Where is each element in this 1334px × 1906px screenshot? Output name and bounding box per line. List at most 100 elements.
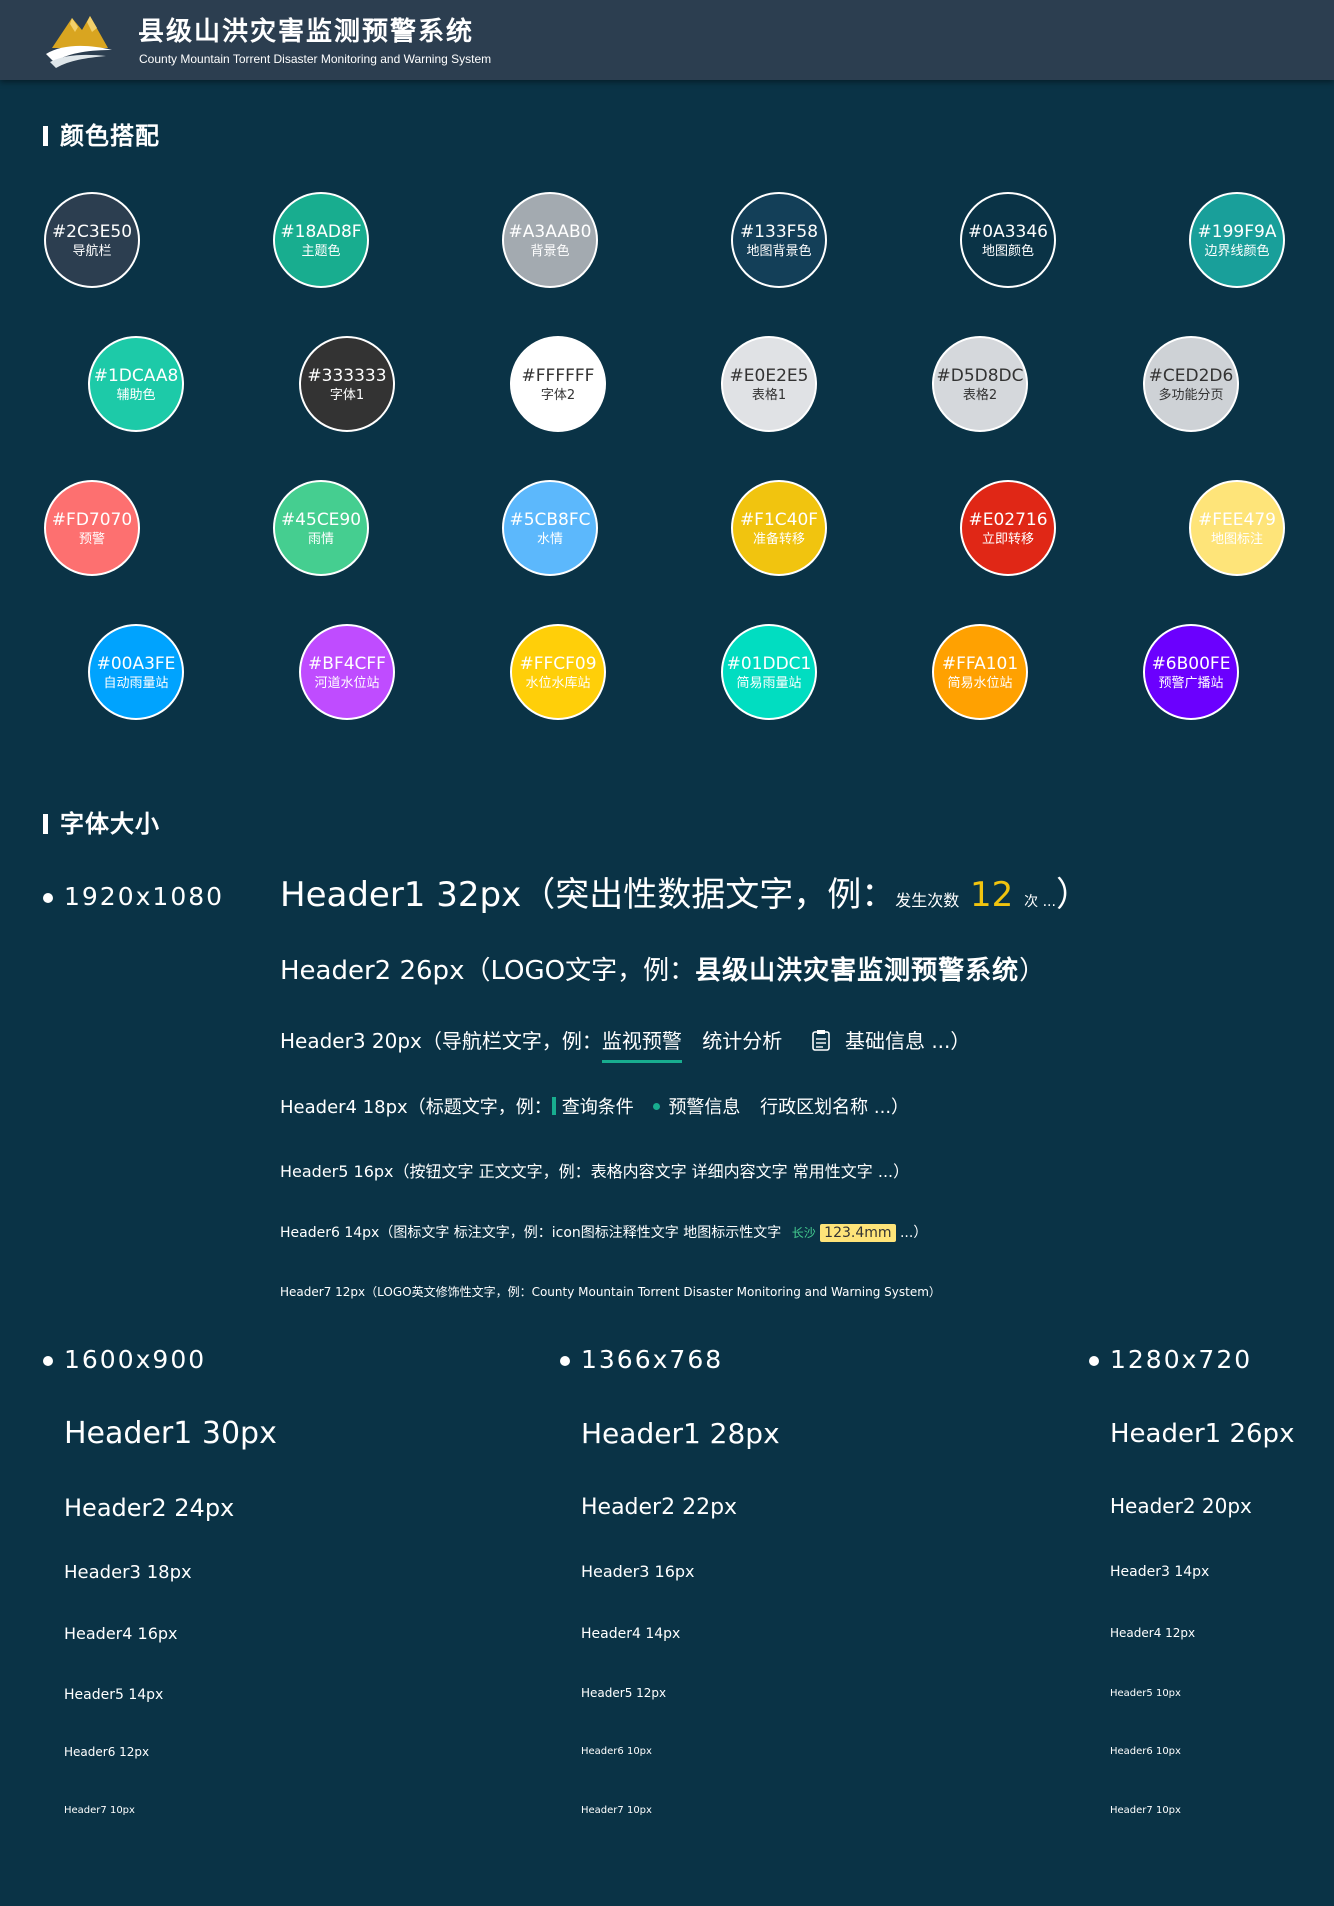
- font-size-sample: Header1 26px: [1110, 1419, 1295, 1449]
- color-swatch: #133F58 地图背景色: [731, 192, 827, 288]
- swatch-name: 字体1: [329, 387, 365, 403]
- swatch-hex: #0A3346: [968, 221, 1048, 242]
- swatch-hex: #E02716: [968, 509, 1048, 530]
- color-swatch: #2C3E50 导航栏: [44, 192, 140, 288]
- resolution-1366x768: 1366x768: [560, 1345, 723, 1375]
- font-size-sample: Header4 12px: [1110, 1626, 1196, 1640]
- font-size-sample: Header7 10px: [581, 1805, 652, 1816]
- font-size-sample: Header4 16px: [64, 1624, 178, 1643]
- color-swatch: #CED2D6 多功能分页: [1143, 336, 1239, 432]
- font-sample-h7: Header7 12px（LOGO英文修饰性文字，例：County Mounta…: [280, 1285, 941, 1299]
- swatch-hex: #1DCAA8: [93, 365, 179, 386]
- font-size-sample: Header2 22px: [581, 1495, 738, 1520]
- swatch-name: 地图颜色: [981, 243, 1034, 259]
- swatch-name: 预警广播站: [1158, 675, 1224, 691]
- swatch-hex: #FD7070: [51, 509, 133, 530]
- font-size-sample: Header2 24px: [64, 1494, 235, 1522]
- swatch-hex: #BF4CFF: [308, 653, 386, 674]
- swatch-name: 水情: [536, 531, 563, 547]
- font-size-sample: Header4 14px: [581, 1626, 681, 1642]
- clipboard-icon: [811, 1029, 831, 1059]
- colors-section-title: 颜色搭配: [43, 121, 160, 151]
- swatch-name: 主题色: [301, 243, 341, 259]
- swatch-name: 地图背景色: [746, 243, 812, 259]
- color-swatch: #FFCF09 水位水库站: [510, 624, 606, 720]
- swatch-hex: #FFCF09: [519, 653, 597, 674]
- swatch-name: 导航栏: [72, 243, 112, 259]
- nav-item-active[interactable]: 监视预警: [601, 1026, 682, 1063]
- swatch-hex: #2C3E50: [51, 221, 133, 242]
- swatch-hex: #E0E2E5: [729, 365, 809, 386]
- swatch-hex: #133F58: [739, 221, 819, 242]
- font-sample-h6: Header6 14px（图标文字 标注文字，例：icon图标注释性文字 地图标…: [280, 1224, 928, 1242]
- swatch-hex: #D5D8DC: [936, 365, 1024, 386]
- swatch-name: 简易雨量站: [736, 675, 802, 691]
- color-swatch: #333333 字体1: [299, 336, 395, 432]
- swatch-hex: #FFA101: [941, 653, 1019, 674]
- swatch-hex: #6B00FE: [1151, 653, 1231, 674]
- swatch-name: 简易水位站: [947, 675, 1013, 691]
- swatch-name: 字体2: [540, 387, 576, 403]
- swatch-name: 地图标注: [1210, 531, 1263, 547]
- color-swatch: #FFA101 简易水位站: [932, 624, 1028, 720]
- nav-item[interactable]: 基础信息 ...）: [845, 1029, 970, 1053]
- swatch-hex: #01DDC1: [726, 653, 812, 674]
- swatch-name: 背景色: [530, 243, 570, 259]
- swatch-name: 自动雨量站: [103, 675, 169, 691]
- nav-item[interactable]: 统计分析: [702, 1029, 782, 1053]
- font-size-sample: Header3 16px: [581, 1562, 695, 1581]
- swatch-hex: #18AD8F: [280, 221, 362, 242]
- resolution-1920: 1920x1080: [43, 882, 224, 912]
- swatch-hex: #FEE479: [1198, 509, 1276, 530]
- swatch-hex: #F1C40F: [739, 509, 819, 530]
- font-size-sample: Header7 10px: [1110, 1805, 1181, 1816]
- swatch-name: 表格1: [751, 387, 787, 403]
- swatch-hex: #CED2D6: [1148, 365, 1234, 386]
- color-swatch: #00A3FE 自动雨量站: [88, 624, 184, 720]
- title-dot: [653, 1103, 661, 1110]
- font-size-sample: Header5 14px: [64, 1687, 164, 1703]
- color-swatch: #D5D8DC 表格2: [932, 336, 1028, 432]
- swatch-name: 水位水库站: [525, 675, 591, 691]
- swatch-name: 立即转移: [981, 531, 1034, 547]
- font-sample-h3: Header3 20px（导航栏文字，例：监视预警 统计分析 基础信息 ...）: [280, 1026, 970, 1063]
- color-swatch: #E0E2E5 表格1: [721, 336, 817, 432]
- resolution-1600x900: 1600x900: [43, 1345, 206, 1375]
- title-marker: [551, 1097, 556, 1115]
- swatch-hex: #5CB8FC: [509, 509, 591, 530]
- color-swatch: #A3AAB0 背景色: [502, 192, 598, 288]
- color-swatch: #45CE90 雨情: [273, 480, 369, 576]
- swatch-name: 河道水位站: [314, 675, 380, 691]
- color-swatch: #0A3346 地图颜色: [960, 192, 1056, 288]
- color-swatch: #BF4CFF 河道水位站: [299, 624, 395, 720]
- color-swatch: #199F9A 边界线颜色: [1189, 192, 1285, 288]
- app-subtitle: County Mountain Torrent Disaster Monitor…: [139, 52, 492, 66]
- top-navigation-bar: 县级山洪灾害监测预警系统 County Mountain Torrent Dis…: [0, 0, 1334, 80]
- font-size-sample: Header3 14px: [1110, 1564, 1210, 1580]
- font-size-sample: Header7 10px: [64, 1805, 135, 1816]
- swatch-hex: #199F9A: [1197, 221, 1277, 242]
- swatch-name: 多功能分页: [1158, 387, 1224, 403]
- font-size-sample: Header6 12px: [64, 1745, 150, 1759]
- font-size-sample: Header3 18px: [64, 1562, 192, 1583]
- color-swatch: #FEE479 地图标注: [1189, 480, 1285, 576]
- font-size-sample: Header5 10px: [1110, 1688, 1181, 1699]
- color-swatch: #FFFFFF 字体2: [510, 336, 606, 432]
- color-swatch: #5CB8FC 水情: [502, 480, 598, 576]
- resolution-1280x720: 1280x720: [1089, 1345, 1252, 1375]
- swatch-name: 准备转移: [752, 531, 805, 547]
- swatch-hex: #333333: [307, 365, 387, 386]
- mountain-logo-icon: [42, 10, 116, 70]
- font-sample-h4: Header4 18px（标题文字，例： 查询条件 预警信息 行政区划名称 ...…: [280, 1097, 910, 1118]
- fonts-section-title: 字体大小: [43, 809, 160, 839]
- color-swatch: #6B00FE 预警广播站: [1143, 624, 1239, 720]
- font-sample-h1: Header1 32px（突出性数据文字，例：发生次数 12 次 ...）: [280, 875, 1090, 915]
- font-size-sample: Header1 28px: [581, 1417, 780, 1450]
- swatch-hex: #45CE90: [280, 509, 362, 530]
- color-swatch: #E02716 立即转移: [960, 480, 1056, 576]
- color-swatch: #01DDC1 简易雨量站: [721, 624, 817, 720]
- color-swatch: #1DCAA8 辅助色: [88, 336, 184, 432]
- color-swatch: #FD7070 预警: [44, 480, 140, 576]
- swatch-hex: #A3AAB0: [508, 221, 592, 242]
- swatch-name: 辅助色: [116, 387, 156, 403]
